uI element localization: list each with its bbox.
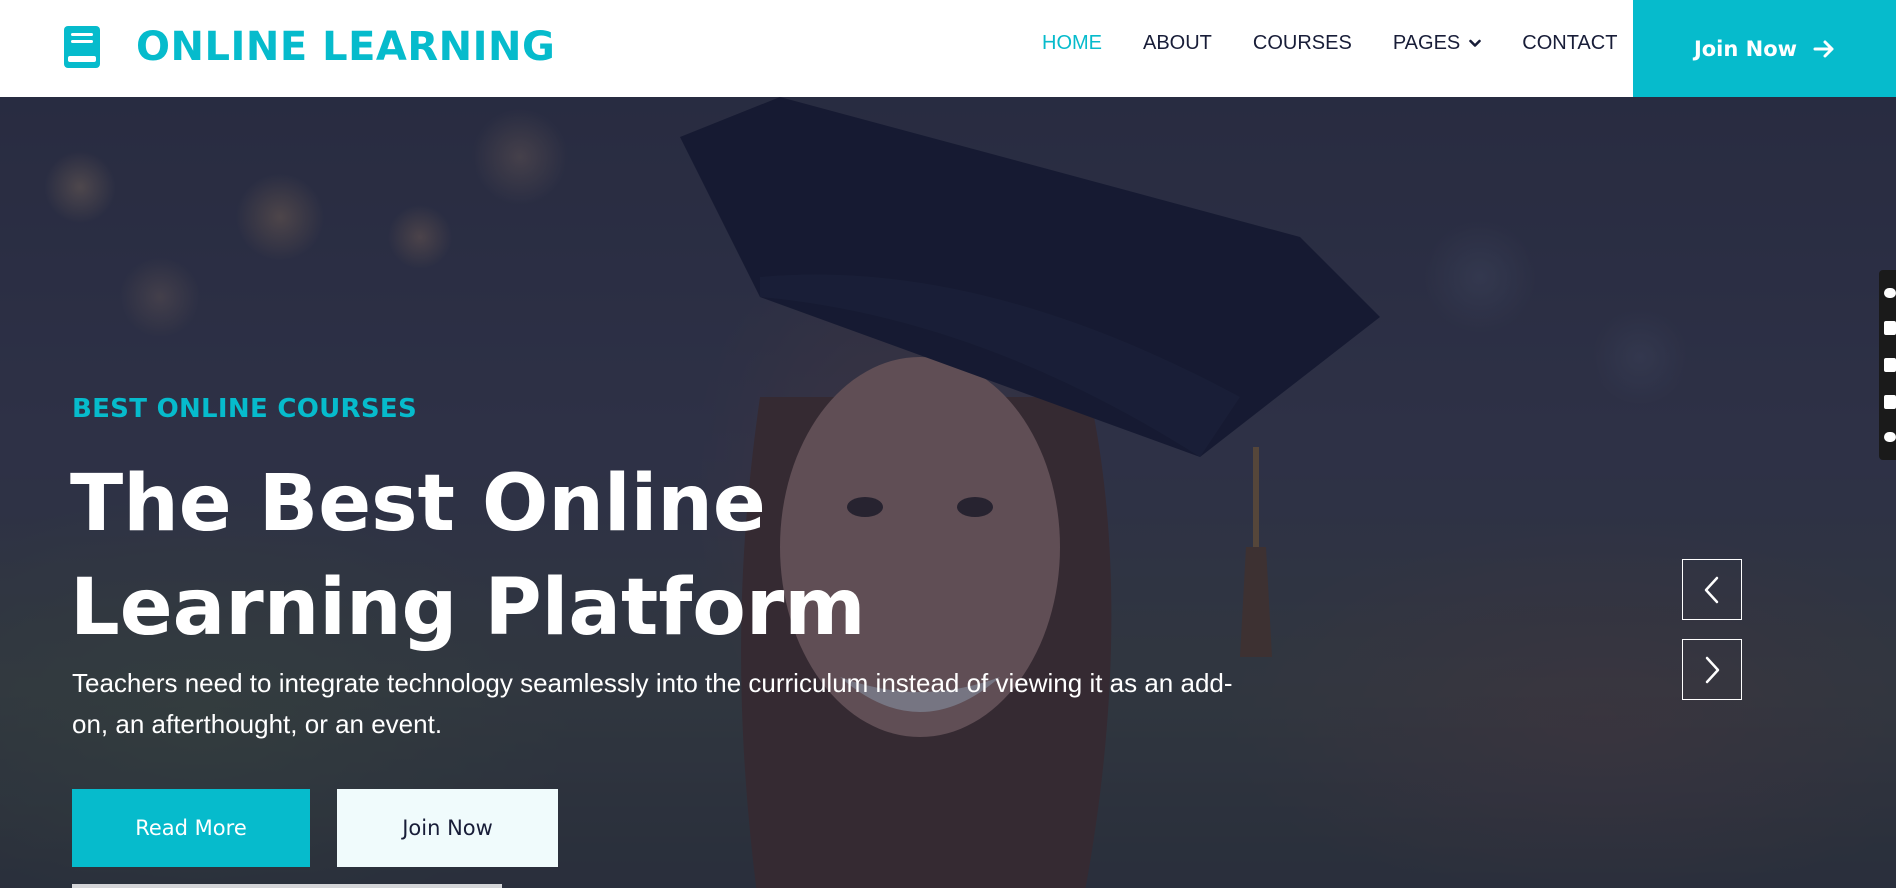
carousel-prev-button[interactable] [1682, 559, 1742, 620]
nav-pages-label: PAGES [1392, 32, 1461, 54]
join-now-hero-button[interactable]: Join Now [337, 789, 558, 867]
brand-name: ONLINE LEARNING [136, 24, 556, 70]
read-more-button[interactable]: Read More [72, 789, 310, 867]
nav-pages-dropdown[interactable]: PAGES [1392, 32, 1482, 55]
brand-logo-link[interactable]: ONLINE LEARNING [62, 22, 555, 72]
link-icon[interactable] [1884, 287, 1896, 298]
book-icon [64, 26, 100, 68]
nav-home[interactable]: HOME [1042, 32, 1102, 55]
hero-lead-text: Teachers need to integrate technology se… [72, 668, 1233, 739]
arrow-right-icon [1813, 40, 1834, 57]
chevron-right-icon [1705, 656, 1720, 683]
carousel-next-button[interactable] [1682, 639, 1742, 700]
slide-progress-bar [72, 884, 502, 888]
hero-carousel: BEST ONLINE COURSES The Best Online Lear… [0, 97, 1896, 888]
main-nav: HOME ABOUT COURSES PAGES CONTACT [1042, 32, 1617, 55]
join-now-header-button[interactable]: Join Now [1633, 0, 1896, 97]
chevron-down-icon [1469, 39, 1482, 47]
nav-contact[interactable]: CONTACT [1522, 32, 1617, 55]
copy-icon[interactable] [1884, 395, 1896, 410]
nav-courses[interactable]: COURSES [1253, 32, 1352, 55]
nav-about[interactable]: ABOUT [1143, 32, 1212, 55]
hero-headline: The Best Online Learning Platform [70, 459, 866, 653]
camera-icon[interactable] [1884, 320, 1896, 335]
gear-icon[interactable] [1884, 432, 1896, 443]
square-icon[interactable] [1884, 357, 1896, 372]
side-toolbar [1879, 270, 1896, 460]
join-now-header-label: Join Now [1693, 36, 1798, 61]
chevron-left-icon [1704, 576, 1719, 603]
navbar: ONLINE LEARNING HOME ABOUT COURSES PAGES… [0, 0, 1896, 97]
hero-subtitle: BEST ONLINE COURSES [72, 394, 417, 424]
